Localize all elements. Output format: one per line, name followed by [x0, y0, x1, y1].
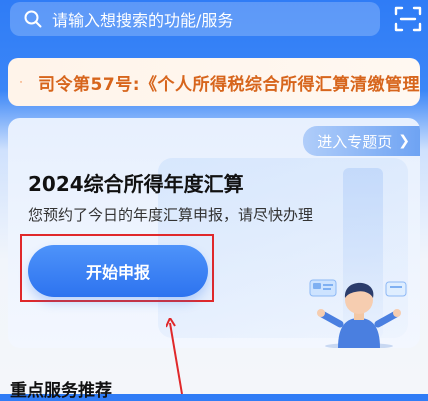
notice-text: 司令第57号:《个人所得税综合所得汇算清缴管理: [38, 70, 420, 95]
annual-settlement-card: 进入专题页 ❯ 2024综合所得年度汇算 您预约了今日的年度汇算申报，请尽快办理…: [8, 118, 420, 348]
search-bar[interactable]: 请输入想搜索的功能/服务: [10, 2, 380, 36]
section-title: 重点服务推荐: [10, 376, 112, 401]
scan-icon[interactable]: [394, 5, 422, 33]
start-declaration-button[interactable]: 开始申报: [28, 245, 208, 297]
bell-icon: [20, 70, 22, 94]
notice-bar[interactable]: 司令第57号:《个人所得税综合所得汇算清缴管理: [8, 58, 420, 106]
search-placeholder: 请输入想搜索的功能/服务: [52, 7, 233, 31]
person-illustration-icon: [300, 268, 418, 348]
annotation-arrow: [166, 318, 186, 394]
card-subtitle: 您预约了今日的年度汇算申报，请尽快办理: [28, 204, 313, 225]
topic-page-link[interactable]: 进入专题页 ❯: [303, 126, 420, 156]
search-icon: [24, 10, 42, 28]
topic-link-label: 进入专题页: [317, 131, 392, 152]
card-title: 2024综合所得年度汇算: [28, 168, 244, 197]
chevron-right-icon: ❯: [398, 133, 410, 149]
